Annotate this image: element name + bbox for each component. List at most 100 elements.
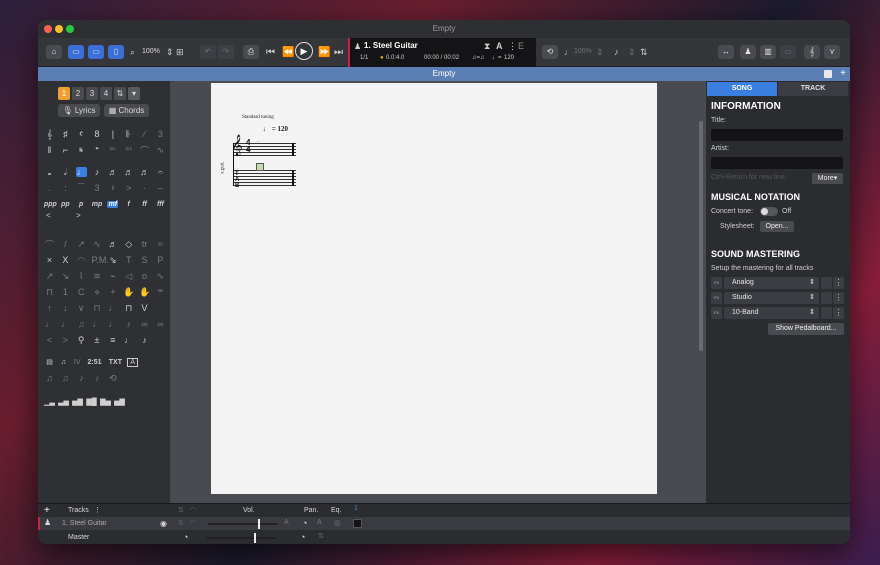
rest-icon[interactable]: 𝄽: [107, 183, 118, 194]
preset-edit-button[interactable]: [821, 307, 832, 319]
minimize-window-button[interactable]: [55, 25, 63, 33]
to-coda-icon[interactable]: ∿: [155, 145, 166, 156]
tempo-auto-icon[interactable]: ♫: [44, 373, 55, 383]
note-stem-icon[interactable]: ♩: [123, 335, 134, 345]
fretboard-view-button[interactable]: ▭: [780, 45, 796, 59]
close-document-icon[interactable]: [824, 70, 832, 78]
double-note-icon[interactable]: ♫: [76, 319, 87, 329]
voice-3-button[interactable]: 3: [86, 87, 98, 100]
rewind-icon[interactable]: ⏪: [282, 48, 294, 58]
screen-view-button[interactable]: ▭: [88, 45, 104, 59]
triplet-icon[interactable]: 3: [92, 183, 103, 193]
stroke-down-icon[interactable]: ↘: [60, 271, 71, 282]
volume-handle[interactable]: [258, 519, 260, 529]
coda-icon[interactable]: 𝄌: [92, 145, 103, 156]
pp-icon[interactable]: pp: [60, 201, 71, 208]
timer-text[interactable]: 2:51: [86, 359, 104, 366]
pick-stroke-icon[interactable]: ⊓: [44, 287, 55, 298]
show-pedalboard-button[interactable]: Show Pedalboard...: [768, 323, 844, 335]
preset-more-icon[interactable]: ⋮: [833, 292, 844, 304]
close-window-button[interactable]: [44, 25, 52, 33]
fine-icon[interactable]: ⌒: [139, 144, 150, 157]
double-dot-icon[interactable]: :: [60, 183, 71, 193]
note-flag-icon[interactable]: ♪: [139, 335, 150, 345]
home-button[interactable]: ⌂: [46, 45, 62, 59]
stroke-up-icon[interactable]: ↗: [44, 271, 55, 282]
preset-select[interactable]: Analog ⇕: [724, 277, 819, 289]
tapping-icon[interactable]: T: [123, 255, 134, 265]
preset-edit-button[interactable]: [821, 277, 832, 289]
tracks-menu-icon[interactable]: ⋮: [94, 506, 101, 514]
repeat-icon[interactable]: 𝄆: [123, 129, 134, 140]
64th-note-icon[interactable]: ♬: [139, 167, 150, 177]
vertical-scrollbar[interactable]: [699, 121, 703, 351]
voice-options-icon[interactable]: ⇅: [114, 87, 126, 100]
fx-auto-icon[interactable]: ♪: [92, 373, 103, 383]
page-view-button[interactable]: ▭: [68, 45, 84, 59]
note-z-icon[interactable]: ♪: [123, 319, 134, 329]
panel-toggle-button[interactable]: ▯: [108, 45, 124, 59]
note-x-icon[interactable]: ♩: [92, 319, 103, 329]
down-arrow-icon[interactable]: ↓: [60, 303, 71, 313]
barline-icon[interactable]: |: [107, 129, 118, 139]
first-bar-icon[interactable]: ⏮: [266, 48, 275, 58]
segno-icon[interactable]: 𝄋: [76, 145, 87, 156]
metronome-icon[interactable]: ⧗: [484, 42, 490, 51]
preset-edit-button[interactable]: [821, 292, 832, 304]
barre-icon[interactable]: C: [76, 287, 87, 297]
voice-2-button[interactable]: 2: [72, 87, 84, 100]
zoom-stepper-icon[interactable]: ⇕: [166, 48, 174, 57]
rehearsal-text[interactable]: A: [127, 357, 139, 367]
dot-icon[interactable]: .: [44, 183, 55, 193]
undo-button[interactable]: ↶: [200, 45, 216, 59]
bar-3-icon[interactable]: ▅▇: [72, 398, 83, 406]
last-bar-icon[interactable]: ⏭: [334, 48, 343, 58]
bow-up-icon[interactable]: ∨: [76, 303, 87, 314]
fermata-icon[interactable]: 𝄐: [155, 167, 166, 178]
list-icon[interactable]: ▤: [44, 358, 55, 366]
hammer-icon[interactable]: ⌒: [44, 238, 55, 251]
bar-4-icon[interactable]: ▇█: [86, 398, 97, 406]
add-track-icon[interactable]: +: [44, 505, 50, 516]
ghost-note-icon[interactable]: X: [60, 255, 71, 265]
key-sig-icon[interactable]: ♯: [60, 129, 71, 139]
volume-slider[interactable]: [208, 519, 278, 529]
note-text-icon[interactable]: ♫: [58, 359, 69, 366]
stylesheet-open-button[interactable]: Open...: [760, 221, 794, 232]
tab-track[interactable]: TRACK: [778, 82, 848, 96]
slide-icon[interactable]: /: [60, 239, 71, 249]
volta-icon[interactable]: ⌐: [60, 145, 71, 155]
f-icon[interactable]: f: [123, 201, 134, 208]
half-note-icon[interactable]: 𝅗𝅥: [60, 167, 71, 178]
hand-right-icon[interactable]: ✋: [139, 287, 150, 298]
slash-icon[interactable]: ⁄: [139, 129, 150, 139]
master-volume-slider[interactable]: [206, 533, 276, 543]
title-field[interactable]: [711, 129, 843, 141]
tuner-view-button[interactable]: ⋎: [824, 45, 840, 59]
speed-stepper-icon[interactable]: ⇕: [596, 48, 604, 57]
solo-icon[interactable]: ◠: [190, 519, 196, 527]
more-icon[interactable]: ⋮: [508, 42, 517, 51]
mixer-icon[interactable]: ⇅: [640, 48, 648, 57]
tremolo-icon[interactable]: ≈: [155, 239, 166, 249]
lyrics-text-icon[interactable]: IV: [72, 359, 83, 366]
master-knob[interactable]: ◔: [183, 532, 188, 542]
tie-icon[interactable]: ⁀: [76, 183, 87, 194]
sixteenth-note-icon[interactable]: ♬: [107, 167, 118, 177]
sync-icon[interactable]: ⟲: [107, 373, 118, 384]
decrescendo-icon[interactable]: >: [76, 211, 81, 220]
tab-song[interactable]: SONG: [707, 82, 777, 96]
palette-collapse-icon[interactable]: ▾: [128, 87, 140, 100]
staccato-icon[interactable]: ·: [139, 183, 150, 193]
artist-field[interactable]: [711, 157, 843, 169]
golpe-icon[interactable]: ⋄: [92, 287, 103, 298]
mp-icon[interactable]: mp: [92, 201, 103, 208]
pick-scrape-icon[interactable]: ⇘: [107, 255, 118, 266]
accent-icon[interactable]: >: [123, 183, 134, 193]
note-down-icon[interactable]: ♩: [60, 319, 71, 329]
ff-icon[interactable]: ff: [139, 201, 150, 208]
preset-select[interactable]: 10-Band ⇕: [724, 307, 819, 319]
note-up-icon[interactable]: ♩: [44, 319, 55, 329]
brush-icon[interactable]: ⌁: [107, 271, 118, 282]
infinity-icon[interactable]: ∞: [139, 319, 150, 329]
